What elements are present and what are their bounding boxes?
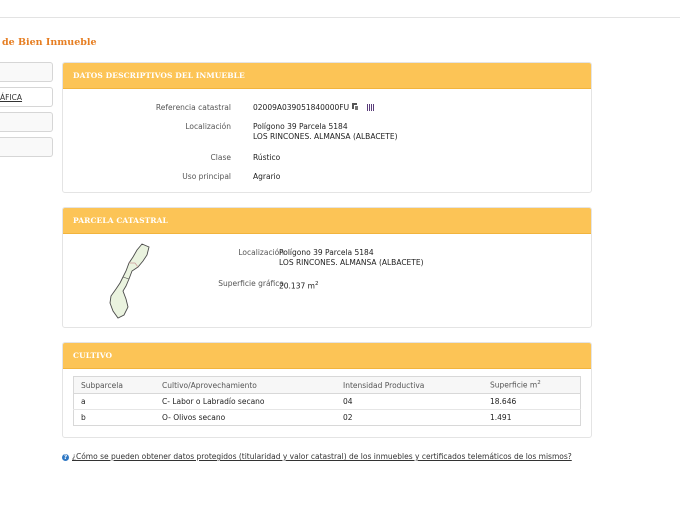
help-icon: ? bbox=[62, 454, 69, 461]
superficie-label: Superficie gráfica bbox=[218, 279, 284, 288]
clase-label: Clase bbox=[210, 153, 231, 162]
col-cultivo: Cultivo/Aprovechamiento bbox=[155, 376, 336, 394]
cell-subparcela: a bbox=[73, 393, 155, 410]
help-link[interactable]: ¿Cómo se pueden obtener datos protegidos… bbox=[72, 452, 572, 461]
copy-icon[interactable] bbox=[352, 103, 360, 111]
parcel-shape bbox=[109, 243, 150, 319]
table-header-row: Subparcela Cultivo/Aprovechamiento Inten… bbox=[73, 376, 581, 394]
loc-line2: LOS RINCONES. ALMANSA (ALBACETE) bbox=[253, 132, 398, 141]
table-row: b O- Olivos secano 02 1.491 bbox=[73, 409, 581, 426]
cell-cultivo: O- Olivos secano bbox=[155, 409, 336, 426]
cell-intensidad: 04 bbox=[336, 393, 483, 410]
page-title: de Bien Inmueble bbox=[2, 37, 97, 48]
parcela-loc-value: Polígono 39 Parcela 5184 LOS RINCONES. A… bbox=[279, 248, 424, 268]
panel-datos-descriptivos: DATOS DESCRIPTIVOS DEL INMUEBLE Referenc… bbox=[62, 62, 592, 193]
cell-superficie: 18.646 bbox=[483, 393, 581, 410]
top-bar bbox=[0, 0, 680, 18]
uso-label: Uso principal bbox=[182, 172, 231, 181]
barcode-icon[interactable] bbox=[367, 104, 376, 111]
panel-cultivo: CULTIVO Subparcela Cultivo/Aprovechamien… bbox=[62, 342, 592, 438]
cell-intensidad: 02 bbox=[336, 409, 483, 426]
sidebar-item-1[interactable] bbox=[0, 62, 53, 82]
panel-heading: PARCELA CATASTRAL bbox=[63, 208, 591, 234]
col-superficie-unit: 2 bbox=[537, 380, 541, 387]
col-superficie: Superficie m2 bbox=[483, 376, 581, 394]
cell-cultivo: C- Labor o Labradío secano bbox=[155, 393, 336, 410]
table-row: a C- Labor o Labradío secano 04 18.646 bbox=[73, 393, 581, 410]
col-subparcela: Subparcela bbox=[73, 376, 155, 394]
sidebar-item-3[interactable] bbox=[0, 112, 53, 132]
loc-value: Polígono 39 Parcela 5184 LOS RINCONES. A… bbox=[253, 122, 398, 142]
help-link-row: ? ¿Cómo se pueden obtener datos protegido… bbox=[62, 452, 572, 461]
sidebar-item-grafica[interactable]: ÁFICA bbox=[0, 87, 53, 107]
parcela-loc-line1: Polígono 39 Parcela 5184 bbox=[279, 248, 374, 257]
panel-heading: DATOS DESCRIPTIVOS DEL INMUEBLE bbox=[63, 63, 591, 89]
uso-value: Agrario bbox=[253, 172, 281, 181]
loc-line1: Polígono 39 Parcela 5184 bbox=[253, 122, 348, 131]
parcela-loc-line2: LOS RINCONES. ALMANSA (ALBACETE) bbox=[279, 258, 424, 267]
ref-value: 02009A039051840000FU bbox=[253, 103, 350, 112]
cell-superficie: 1.491 bbox=[483, 409, 581, 426]
superficie-unit: 2 bbox=[314, 281, 319, 287]
sidebar-item-4[interactable] bbox=[0, 137, 53, 157]
panel-heading: CULTIVO bbox=[63, 343, 591, 369]
ref-value-row: 02009A039051840000FU bbox=[253, 103, 376, 113]
col-intensidad: Intensidad Productiva bbox=[336, 376, 483, 394]
ref-label: Referencia catastral bbox=[155, 103, 231, 112]
cell-subparcela: b bbox=[73, 409, 155, 426]
clase-value: Rústico bbox=[253, 153, 281, 162]
panel-parcela-catastral: PARCELA CATASTRAL Localización Polígono … bbox=[62, 207, 592, 328]
parcel-map-thumbnail[interactable] bbox=[105, 241, 157, 321]
cultivo-table: Subparcela Cultivo/Aprovechamiento Inten… bbox=[73, 376, 581, 426]
side-nav: ÁFICA bbox=[0, 62, 53, 162]
superficie-value: 20.137 m2 bbox=[279, 279, 318, 292]
superficie-number: 20.137 m bbox=[279, 281, 315, 291]
loc-label: Localización bbox=[185, 122, 231, 131]
parcela-loc-label: Localización bbox=[238, 248, 284, 257]
sidebar-item-label: ÁFICA bbox=[0, 93, 23, 102]
